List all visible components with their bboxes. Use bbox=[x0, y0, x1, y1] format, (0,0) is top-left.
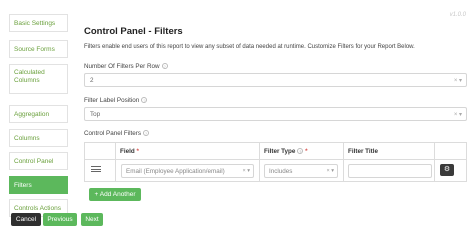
filter-title-input[interactable] bbox=[348, 164, 432, 178]
clear-dropdown-icon[interactable]: × ▾ bbox=[326, 168, 334, 174]
previous-button[interactable]: Previous bbox=[43, 213, 77, 226]
filter-type-header-text: Filter Type bbox=[264, 148, 296, 155]
page-title: Control Panel - Filters bbox=[84, 26, 183, 37]
field-column-header: Field * bbox=[116, 143, 260, 159]
drag-column-header bbox=[85, 143, 116, 159]
gear-icon: ⚙ bbox=[443, 166, 451, 173]
help-icon[interactable]: ? bbox=[141, 97, 148, 104]
drag-cell bbox=[85, 160, 116, 182]
filter-type-select-value: Includes bbox=[269, 168, 293, 175]
required-mark: * bbox=[136, 148, 139, 155]
label-position-label: Filter Label Position? bbox=[84, 97, 148, 104]
label-position-label-text: Filter Label Position bbox=[84, 97, 140, 104]
filters-per-row-select[interactable]: 2 × ▾ bbox=[84, 73, 467, 87]
filters-per-row-value: 2 bbox=[90, 77, 94, 84]
filter-type-cell: Includes × ▾ bbox=[260, 160, 344, 182]
sidebar-item-calculated-columns[interactable]: Calculated Columns bbox=[9, 64, 68, 94]
help-icon[interactable]: ? bbox=[161, 63, 168, 70]
clear-dropdown-icon[interactable]: × ▾ bbox=[242, 168, 250, 174]
filter-type-column-header: Filter Type? * bbox=[260, 143, 344, 159]
filter-title-header-text: Filter Title bbox=[348, 148, 378, 155]
filters-per-row-label: Number Of Filters Per Row? bbox=[84, 63, 168, 70]
add-another-button[interactable]: + Add Another bbox=[89, 188, 141, 201]
version-label: v1.0.0 bbox=[449, 12, 466, 18]
filter-title-cell bbox=[344, 160, 435, 182]
settings-button[interactable]: ⚙ bbox=[440, 164, 454, 176]
required-mark: * bbox=[305, 148, 308, 155]
label-position-select[interactable]: Top × ▾ bbox=[84, 107, 467, 121]
sidebar-item-control-panel[interactable]: Control Panel bbox=[9, 152, 68, 170]
page-description: Filters enable end users of this report … bbox=[84, 44, 415, 50]
clear-dropdown-icon[interactable]: × ▾ bbox=[454, 111, 462, 118]
next-button[interactable]: Next bbox=[81, 213, 103, 226]
field-cell: Email (Employee Application/email) × ▾ bbox=[116, 160, 260, 182]
filters-table: Field * Filter Type? * Filter Title Emai… bbox=[84, 142, 467, 182]
table-row: Email (Employee Application/email) × ▾ I… bbox=[85, 160, 466, 182]
control-panel-filters-label: Control Panel Filters? bbox=[84, 130, 150, 137]
actions-column-header bbox=[435, 143, 468, 159]
sidebar-item-filters[interactable]: Filters bbox=[9, 176, 68, 194]
drag-handle-icon[interactable] bbox=[91, 166, 101, 174]
field-select-value: Email (Employee Application/email) bbox=[126, 168, 225, 175]
help-icon[interactable]: ? bbox=[297, 148, 304, 155]
clear-dropdown-icon[interactable]: × ▾ bbox=[454, 77, 462, 84]
control-panel-filters-label-text: Control Panel Filters bbox=[84, 130, 142, 137]
filter-type-select[interactable]: Includes × ▾ bbox=[264, 164, 338, 178]
sidebar-item-columns[interactable]: Columns bbox=[9, 129, 68, 147]
label-position-value: Top bbox=[90, 111, 101, 118]
filter-title-column-header: Filter Title bbox=[344, 143, 435, 159]
help-icon[interactable]: ? bbox=[143, 130, 150, 137]
cancel-button[interactable]: Cancel bbox=[11, 213, 41, 226]
field-header-text: Field bbox=[120, 148, 135, 155]
sidebar-item-basic-settings[interactable]: Basic Settings bbox=[9, 14, 68, 32]
actions-cell: ⚙ bbox=[435, 160, 468, 182]
filters-per-row-label-text: Number Of Filters Per Row bbox=[84, 63, 160, 70]
table-header: Field * Filter Type? * Filter Title bbox=[85, 143, 466, 160]
field-select[interactable]: Email (Employee Application/email) × ▾ bbox=[121, 164, 254, 178]
sidebar-item-aggregation[interactable]: Aggregation bbox=[9, 105, 68, 123]
sidebar-item-source-forms[interactable]: Source Forms bbox=[9, 40, 68, 58]
